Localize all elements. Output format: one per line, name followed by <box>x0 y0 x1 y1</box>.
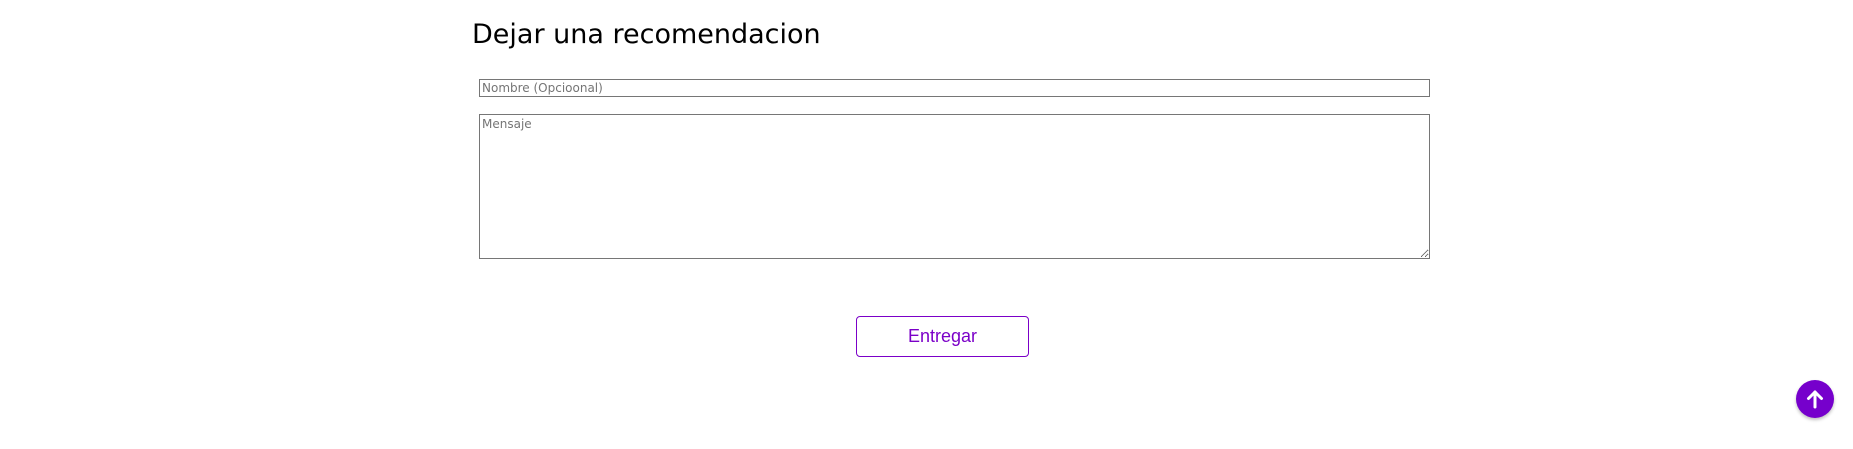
message-textarea[interactable] <box>479 114 1430 259</box>
name-input[interactable] <box>479 79 1430 97</box>
submit-button[interactable]: Entregar <box>856 316 1029 357</box>
scroll-to-top-button[interactable] <box>1796 380 1834 418</box>
form-title: Dejar una recomendacion <box>472 19 821 50</box>
arrow-up-icon <box>1804 388 1826 410</box>
